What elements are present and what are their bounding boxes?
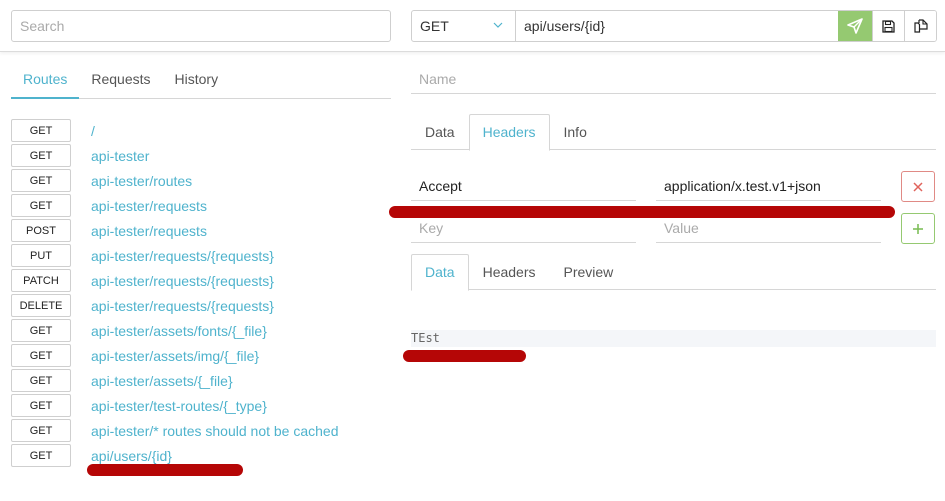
url-input[interactable]	[516, 11, 838, 41]
route-method-badge[interactable]: GET	[11, 344, 71, 367]
route-item[interactable]: GET api-tester	[11, 143, 391, 168]
chevron-down-icon	[493, 22, 503, 28]
header-value-input[interactable]	[656, 171, 881, 201]
route-item[interactable]: GET api-tester/requests	[11, 193, 391, 218]
close-icon	[913, 181, 923, 192]
tab-response-preview[interactable]: Preview	[550, 254, 628, 290]
route-path-link[interactable]: api-tester/routes	[91, 173, 192, 189]
method-select-value: GET	[420, 18, 449, 34]
route-item[interactable]: PATCH api-tester/requests/{requests}	[11, 268, 391, 293]
route-item[interactable]: PUT api-tester/requests/{requests}	[11, 243, 391, 268]
tab-request-headers[interactable]: Headers	[468, 114, 550, 151]
route-method-badge[interactable]: GET	[11, 419, 71, 442]
send-button[interactable]	[838, 11, 872, 41]
floppy-disk-icon	[882, 19, 895, 33]
route-item[interactable]: GET api-tester/assets/img/{_file}	[11, 343, 391, 368]
left-tabs: Routes Requests History	[11, 62, 391, 99]
route-path-link[interactable]: api-tester/* routes should not be cached	[91, 423, 339, 439]
request-name-input[interactable]	[411, 64, 936, 94]
route-method-badge[interactable]: GET	[11, 119, 71, 142]
route-method-badge[interactable]: GET	[11, 394, 71, 417]
response-tabs: Data Headers Preview	[411, 254, 936, 291]
route-path-link[interactable]: api-tester/test-routes/{_type}	[91, 398, 267, 414]
route-path-link[interactable]: api-tester/assets/{_file}	[91, 373, 233, 389]
request-tabs: Data Headers Info	[411, 114, 936, 151]
routes-list: GET / GET api-tester GET api-tester/routes …	[11, 118, 391, 468]
route-path-link[interactable]: api-tester/assets/fonts/{_file}	[91, 323, 267, 339]
route-path-link[interactable]: api-tester	[91, 148, 149, 164]
route-method-badge[interactable]: POST	[11, 219, 71, 242]
copy-button[interactable]	[904, 11, 936, 41]
route-path-link[interactable]: api-tester/requests/{requests}	[91, 273, 274, 289]
route-path-link[interactable]: api-tester/requests	[91, 223, 207, 239]
search-input[interactable]	[11, 10, 391, 42]
route-item[interactable]: GET /	[11, 118, 391, 143]
route-item[interactable]: GET api-tester/routes	[11, 168, 391, 193]
method-select[interactable]: GET	[412, 11, 516, 41]
tab-requests[interactable]: Requests	[79, 62, 162, 98]
tab-routes[interactable]: Routes	[11, 62, 80, 99]
route-path-link[interactable]: api-tester/requests/{requests}	[91, 248, 274, 264]
route-method-badge[interactable]: DELETE	[11, 294, 71, 317]
request-bar: GET	[411, 10, 937, 42]
route-path-link[interactable]: api-tester/assets/img/{_file}	[91, 348, 259, 364]
response-body: TEst	[411, 330, 936, 347]
header-key-input[interactable]	[411, 171, 636, 201]
remove-header-button[interactable]	[901, 171, 935, 202]
add-header-button[interactable]	[901, 213, 935, 244]
route-method-badge[interactable]: PATCH	[11, 269, 71, 292]
copy-icon	[913, 19, 928, 33]
route-path-link[interactable]: api/users/{id}	[91, 448, 172, 464]
route-item[interactable]: POST api-tester/requests	[11, 218, 391, 243]
tab-request-data[interactable]: Data	[411, 114, 469, 150]
annotation-underline	[389, 206, 895, 218]
route-item[interactable]: DELETE api-tester/requests/{requests}	[11, 293, 391, 318]
route-item[interactable]: GET api-tester/* routes should not be cac…	[11, 418, 391, 443]
tab-response-data[interactable]: Data	[411, 254, 469, 291]
route-item[interactable]: GET api-tester/assets/{_file}	[11, 368, 391, 393]
route-item[interactable]: GET api-tester/assets/fonts/{_file}	[11, 318, 391, 343]
annotation-underline	[403, 350, 526, 362]
save-button[interactable]	[872, 11, 904, 41]
route-path-link[interactable]: /	[91, 123, 95, 139]
annotation-underline	[87, 464, 243, 476]
route-method-badge[interactable]: GET	[11, 144, 71, 167]
route-path-link[interactable]: api-tester/requests	[91, 198, 207, 214]
route-method-badge[interactable]: GET	[11, 169, 71, 192]
plus-icon	[913, 223, 923, 234]
route-method-badge[interactable]: GET	[11, 369, 71, 392]
route-method-badge[interactable]: GET	[11, 319, 71, 342]
tab-history[interactable]: History	[163, 62, 231, 98]
route-item[interactable]: GET api-tester/test-routes/{_type}	[11, 393, 391, 418]
top-bar: GET	[0, 0, 945, 52]
tab-request-info[interactable]: Info	[550, 114, 601, 150]
route-method-badge[interactable]: GET	[11, 194, 71, 217]
route-method-badge[interactable]: PUT	[11, 244, 71, 267]
paper-plane-icon	[847, 18, 863, 34]
route-method-badge[interactable]: GET	[11, 444, 71, 467]
tab-response-headers[interactable]: Headers	[469, 254, 550, 290]
route-path-link[interactable]: api-tester/requests/{requests}	[91, 298, 274, 314]
